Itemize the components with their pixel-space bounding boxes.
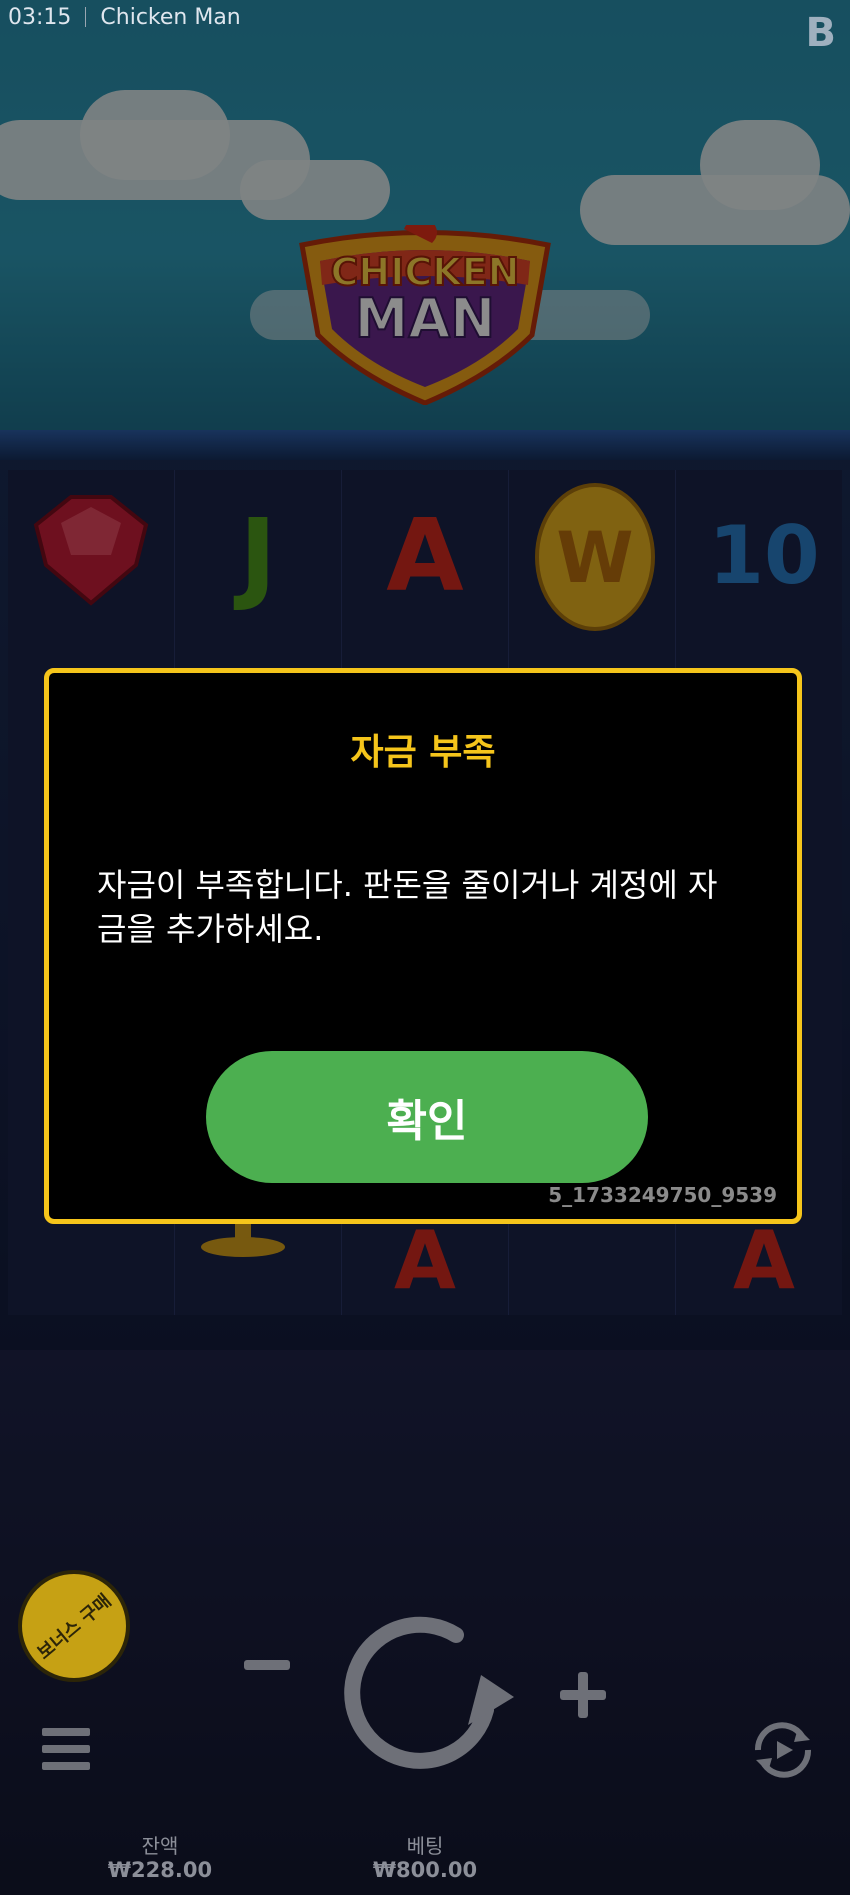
menu-icon[interactable] [42, 1728, 90, 1770]
session-id: 5_1733249750_9539 [548, 1183, 777, 1207]
bet-label: 베팅 [406, 1834, 444, 1858]
dialog-title: 자금 부족 [350, 732, 496, 773]
bet-increase-button[interactable] [560, 1672, 606, 1718]
status-time: 03:15 [8, 4, 72, 30]
app-title: Chicken Man [100, 4, 241, 30]
balance-value: ₩228.00 [107, 1858, 213, 1882]
dialog-message: 자금이 부족합니다. 판돈을 줄이거나 계정에 자금을 추가하세요. [97, 866, 718, 948]
provider-badge: B [805, 10, 837, 56]
balance-label: 잔액 [141, 1834, 179, 1858]
confirm-button[interactable]: 확인 [206, 1051, 648, 1183]
bonus-buy-label: 보너스 구매 [34, 1590, 116, 1664]
status-bar: 03:15 Chicken Man [0, 0, 241, 34]
autoplay-icon [754, 1722, 812, 1778]
insufficient-funds-dialog: 자금 부족 자금이 부족합니다. 판돈을 줄이거나 계정에 자금을 추가하세요.… [44, 668, 802, 1224]
status-divider [85, 7, 87, 27]
bonus-buy-button[interactable]: 보너스 구매 [18, 1570, 130, 1682]
bet-decrease-button[interactable] [244, 1660, 290, 1670]
spin-icon [344, 1616, 514, 1769]
spin-button[interactable] [336, 1605, 516, 1785]
autoplay-button[interactable] [748, 1720, 818, 1780]
bet-value: ₩800.00 [372, 1858, 478, 1882]
